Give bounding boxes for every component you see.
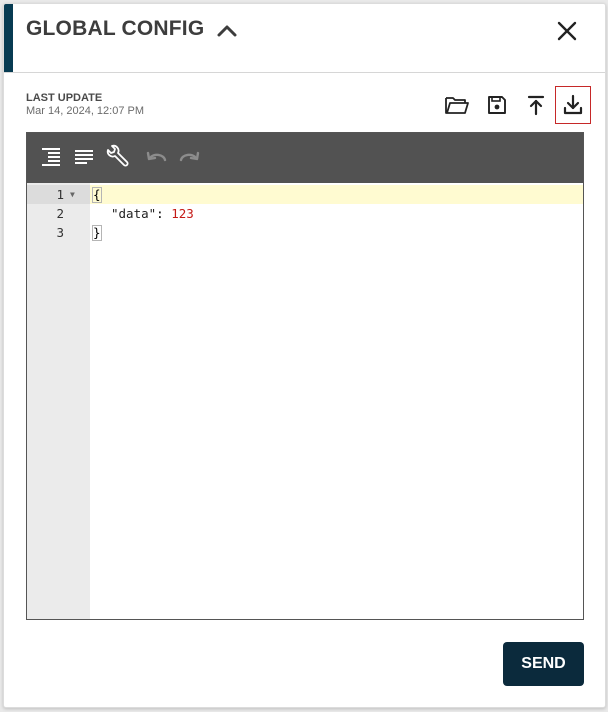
folder-open-icon xyxy=(445,97,469,114)
close-brace: } xyxy=(92,225,102,241)
undo-button[interactable] xyxy=(143,143,171,171)
code-line: } xyxy=(90,223,583,242)
gutter-line: 1 ▼ xyxy=(27,185,90,204)
global-config-panel: GLOBAL CONFIG LAST UPDATE Mar 14, 2024, … xyxy=(3,3,606,708)
close-button[interactable] xyxy=(552,16,582,46)
undo-icon xyxy=(146,151,167,162)
redo-icon xyxy=(179,151,200,162)
editor-gutter: 1 ▼ 2 3 xyxy=(27,183,90,619)
gutter-line: 3 xyxy=(27,223,90,242)
code-line: { xyxy=(90,185,583,204)
line-number: 3 xyxy=(56,225,64,240)
upload-button[interactable] xyxy=(519,87,553,123)
close-icon xyxy=(557,21,577,41)
editor-toolbar xyxy=(27,133,583,183)
download-icon xyxy=(563,94,583,115)
header-accent-bar xyxy=(4,4,13,72)
repair-json-icon xyxy=(106,144,129,167)
last-update-label: LAST UPDATE xyxy=(26,92,103,104)
json-number-value: 123 xyxy=(171,206,194,221)
chevron-up-icon xyxy=(217,25,237,37)
download-button[interactable] xyxy=(555,86,591,124)
repair-json-button[interactable] xyxy=(103,143,131,171)
send-button[interactable]: SEND xyxy=(503,642,584,686)
collapse-button[interactable] xyxy=(214,18,240,44)
compact-json-button[interactable] xyxy=(70,143,98,171)
open-brace: { xyxy=(92,187,102,203)
gutter-line: 2 xyxy=(27,204,90,223)
code-area[interactable]: { "data": 123 } xyxy=(90,183,583,619)
line-number: 1 xyxy=(56,187,64,202)
code-line: "data": 123 xyxy=(90,204,583,223)
format-json-button[interactable] xyxy=(37,143,65,171)
redo-button[interactable] xyxy=(175,143,203,171)
upload-icon xyxy=(527,95,545,116)
last-update-value: Mar 14, 2024, 12:07 PM xyxy=(26,105,145,117)
fold-toggle-icon[interactable]: ▼ xyxy=(70,185,75,204)
compact-json-icon xyxy=(75,150,93,164)
json-separator: : xyxy=(156,206,172,221)
format-json-icon xyxy=(42,148,60,166)
panel-header: GLOBAL CONFIG xyxy=(4,4,605,73)
line-number: 2 xyxy=(56,206,64,221)
panel-title: GLOBAL CONFIG xyxy=(26,17,205,40)
save-icon xyxy=(488,96,506,114)
open-file-button[interactable] xyxy=(440,87,474,123)
json-editor[interactable]: 1 ▼ 2 3 { "data": 123 } xyxy=(26,132,584,620)
save-button[interactable] xyxy=(480,87,514,123)
json-key: "data" xyxy=(111,206,157,221)
